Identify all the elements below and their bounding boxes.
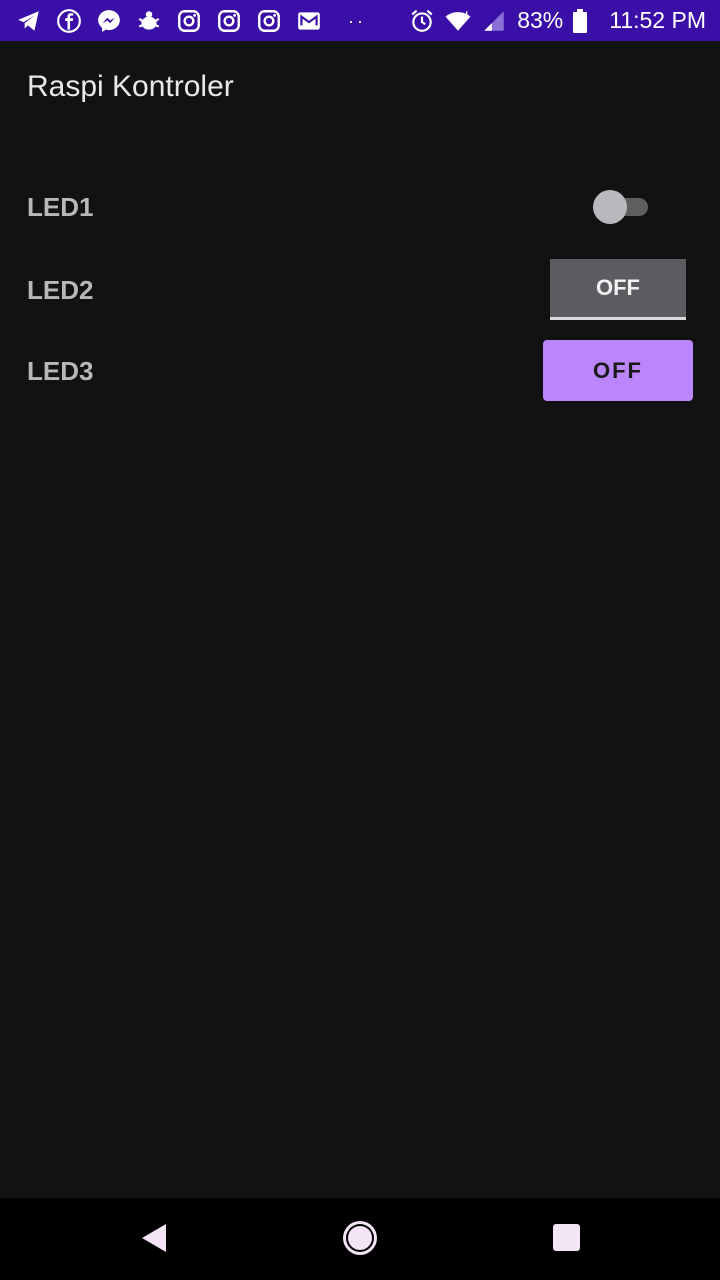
more-notifications-indicator: ·· — [348, 10, 366, 31]
clock: 11:52 PM — [609, 7, 706, 33]
led2-label: LED2 — [27, 275, 94, 305]
home-icon[interactable] — [340, 1218, 380, 1258]
recents-icon[interactable] — [553, 1224, 580, 1251]
led1-switch[interactable] — [592, 190, 652, 224]
app-screen: ·· 83% 11:52 PM Raspi Kontroler LED1 LED… — [0, 0, 720, 1280]
alarm-icon — [409, 8, 435, 34]
navigation-bar — [0, 1198, 720, 1280]
bug-icon — [136, 8, 162, 34]
led3-label: LED3 — [27, 356, 94, 386]
app-title: Raspi Kontroler — [27, 70, 234, 103]
telegram-icon — [16, 8, 42, 34]
led1-label: LED1 — [27, 192, 94, 222]
back-icon[interactable] — [136, 1220, 172, 1256]
switch-thumb — [593, 190, 627, 224]
signal-icon — [481, 8, 507, 34]
notification-icons: ·· — [16, 8, 409, 34]
instagram-icon — [256, 8, 282, 34]
mail-icon — [296, 8, 322, 34]
instagram-icon — [176, 8, 202, 34]
led2-toggle-button[interactable]: OFF — [550, 259, 686, 320]
battery-icon — [573, 8, 588, 33]
facebook-icon — [56, 8, 82, 34]
system-icons: 83% 11:52 PM — [409, 8, 706, 34]
status-bar: ·· 83% 11:52 PM — [0, 0, 720, 41]
led3-button[interactable]: OFF — [543, 340, 693, 401]
wifi-icon — [445, 8, 471, 34]
battery-percentage: 83% — [517, 7, 564, 33]
instagram-icon — [216, 8, 242, 34]
messenger-icon — [96, 8, 122, 34]
